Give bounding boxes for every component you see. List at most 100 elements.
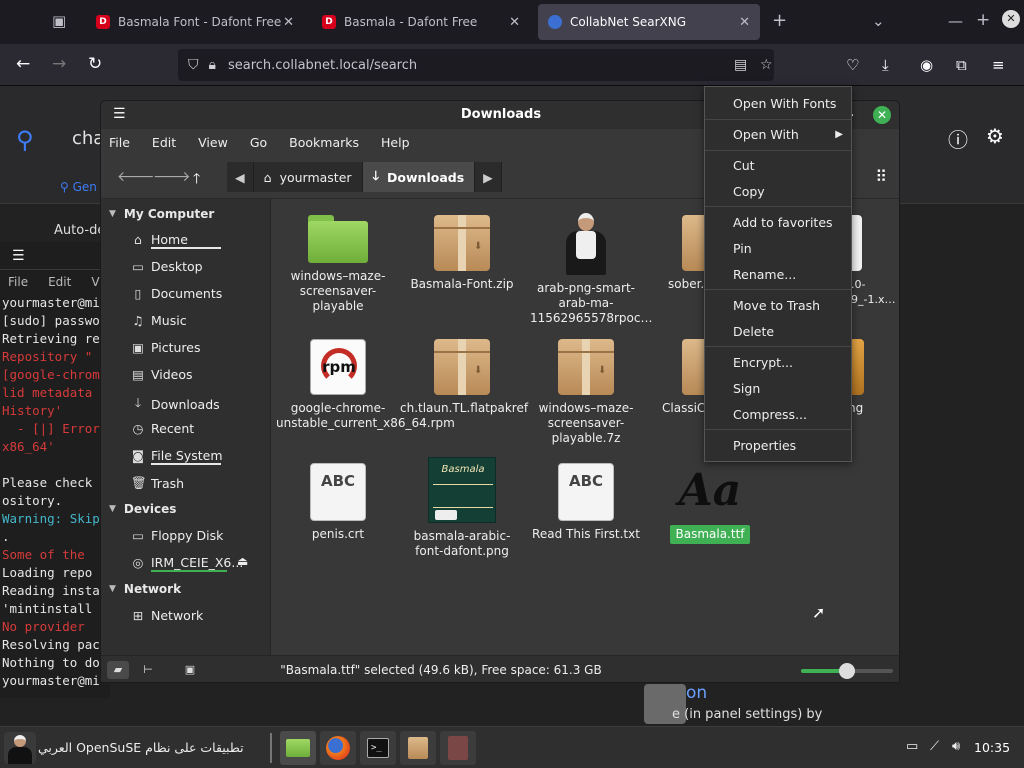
forward-icon[interactable]: → [52, 54, 66, 74]
taskbar-app-terminal[interactable]: >_ [360, 731, 396, 765]
menu-item-encrypt[interactable]: Encrypt... [733, 355, 793, 370]
terminal-output[interactable]: yourmaster@mi [sudo] passwo Retrieving r… [0, 294, 110, 690]
zoom-slider-knob[interactable] [839, 663, 855, 679]
menu-item-cut[interactable]: Cut [733, 158, 755, 173]
menu-go[interactable]: Go [250, 135, 267, 150]
clock[interactable]: 10:35 [974, 740, 1010, 755]
minimize-icon[interactable]: — [948, 12, 963, 30]
file-item[interactable]: windows–maze-screensaver-playable [276, 215, 400, 314]
browser-tab-3[interactable]: CollabNet SearXNG ✕ [538, 4, 760, 40]
taskbar-app-file-manager[interactable] [280, 731, 316, 765]
sidebar-item-videos[interactable]: ▤ Videos [131, 367, 192, 382]
sidebar-item-desktop[interactable]: ▭ Desktop [131, 259, 202, 274]
breadcrumb-right-icon[interactable]: ▶ [475, 162, 502, 192]
sidebar-header-my-computer[interactable]: ▼ My Computer [109, 207, 214, 221]
account-icon[interactable]: ◉ [920, 56, 933, 74]
menu-item-copy[interactable]: Copy [733, 184, 765, 199]
download-icon[interactable]: ⤓ [882, 56, 889, 74]
new-tab-icon[interactable]: + [772, 10, 787, 31]
reload-icon[interactable]: ↻ [88, 54, 102, 74]
back-icon[interactable]: ← [16, 54, 30, 74]
file-item[interactable]: ClassiC [648, 339, 712, 416]
menu-item-open-with[interactable]: Open With [733, 127, 799, 142]
url-bar[interactable]: ⛉ 🔒︎ search.collabnet.local/search ▤ ☆ [178, 49, 774, 81]
close-tab-icon[interactable]: ✕ [739, 15, 750, 30]
settings-gear-icon[interactable]: ⚙ [986, 124, 1004, 148]
sidebar-item-recent[interactable]: ◷ Recent [131, 421, 195, 436]
result-title[interactable]: on [686, 683, 707, 703]
search-logo-icon[interactable]: ⚲ [16, 126, 34, 154]
menu-file[interactable]: File [109, 135, 130, 150]
file-item[interactable]: ⬇ ch.tlaun.TL.flatpakref [400, 339, 528, 416]
sidebar-item-trash[interactable]: 🗑︎ Trash [131, 475, 184, 491]
terminal-menu-edit[interactable]: Edit [48, 275, 71, 289]
pocket-icon[interactable]: ♡ [846, 56, 859, 74]
sidebar-item-network[interactable]: ⊞ Network [131, 608, 203, 623]
sidebar-item-file-system[interactable]: ◙ File System [131, 448, 223, 463]
start-menu-label[interactable]: تطبيقات على نظام OpenSuSE العربي [38, 740, 260, 755]
sidebar-item-optical-disc[interactable]: ◎ IRM_CEIE_X6... [131, 555, 244, 570]
firefox-view-icon[interactable]: ▣ [52, 12, 66, 30]
menu-item-add-to-favorites[interactable]: Add to favorites [733, 215, 833, 230]
terminal-menu-file[interactable]: File [8, 275, 28, 289]
reader-view-icon[interactable]: ▤ [734, 57, 747, 73]
menu-item-pin[interactable]: Pin [733, 241, 752, 256]
sidebar-header-network[interactable]: ▼ Network [109, 582, 181, 596]
menu-item-delete[interactable]: Delete [733, 324, 774, 339]
display-icon[interactable]: ▭ [906, 739, 918, 754]
hamburger-menu-icon[interactable]: ≡ [992, 56, 1005, 74]
menu-item-properties[interactable]: Properties [733, 438, 796, 453]
auto-detect-label[interactable]: Auto-de [54, 223, 105, 238]
close-window-icon[interactable]: ✕ [1002, 10, 1020, 28]
file-item[interactable]: sober.f [648, 215, 712, 292]
grid-view-icon[interactable]: ⠿ [875, 167, 887, 186]
browser-tab-2[interactable]: D Basmala - Dafont Free ✕ [312, 4, 530, 40]
sidebar-header-devices[interactable]: ▼ Devices [109, 502, 176, 516]
menu-item-sign[interactable]: Sign [733, 381, 760, 396]
sidebar-item-floppy-disk[interactable]: ▭ Floppy Disk [131, 528, 223, 543]
zoom-slider[interactable] [801, 663, 893, 679]
file-item[interactable]: ⬇ Basmala-Font.zip [400, 215, 524, 292]
terminal-menu-icon[interactable]: ☰ [12, 248, 25, 264]
volume-icon[interactable]: 🔊︎ [952, 739, 960, 754]
sidebar-item-music[interactable]: ♫ Music [131, 313, 186, 328]
menu-item-move-to-trash[interactable]: Move to Trash [733, 298, 820, 313]
menu-view[interactable]: View [198, 135, 228, 150]
file-item[interactable]: Basmala basmala-arabic-font-dafont.png [400, 457, 524, 559]
up-arrow-icon[interactable]: 🡑 [193, 168, 200, 192]
close-window-icon[interactable]: ✕ [873, 106, 891, 124]
breadcrumb-left-icon[interactable]: ◀ [227, 162, 254, 192]
terminal-window[interactable]: ☰ File Edit View yourmaster@mi [sudo] pa… [0, 242, 110, 698]
file-item[interactable]: ⬇ windows–maze-screensaver-playable.7z [524, 339, 648, 446]
close-tab-icon[interactable]: ✕ [283, 15, 294, 30]
forward-arrow-icon[interactable]: 🡒 [153, 168, 191, 185]
maximize-icon[interactable]: + [976, 10, 990, 30]
lock-icon[interactable]: 🔒︎ [209, 57, 216, 73]
sidebar-item-downloads[interactable]: 🡓 Downloads [131, 394, 220, 415]
sidebar-item-documents[interactable]: ▯ Documents [131, 286, 223, 301]
menu-edit[interactable]: Edit [152, 135, 176, 150]
taskbar-app-archive[interactable] [400, 731, 436, 765]
file-item[interactable]: ABC Read This First.txt [524, 463, 648, 542]
breadcrumb-downloads[interactable]: 🡓 Downloads [362, 162, 476, 192]
shield-icon[interactable]: ⛉ [188, 57, 199, 73]
extensions-icon[interactable]: ⧉ [956, 56, 967, 74]
eject-icon[interactable]: ⏏ [237, 554, 248, 568]
general-tab[interactable]: ⚲ Gen [60, 180, 97, 194]
file-item[interactable]: arab-png-smart-arab-ma-11562965578rpoc… [524, 211, 652, 326]
menu-item-compress[interactable]: Compress... [733, 407, 807, 422]
back-arrow-icon[interactable]: 🡐 [117, 168, 155, 185]
menu-item-rename[interactable]: Rename... [733, 267, 796, 282]
url-text[interactable]: search.collabnet.local/search [228, 58, 417, 73]
sidebar-item-home[interactable]: ⌂ Home [131, 232, 188, 247]
taskbar-app-firefox[interactable] [320, 731, 356, 765]
bookmark-star-icon[interactable]: ☆ [760, 57, 773, 73]
menu-bookmarks[interactable]: Bookmarks [289, 135, 359, 150]
menu-item-open-with-fonts[interactable]: Open With Fonts [733, 96, 836, 111]
menu-avatar[interactable] [4, 732, 36, 764]
file-item-selected[interactable]: Aa Basmala.ttf [648, 463, 772, 544]
file-item[interactable]: ABC penis.crt [276, 463, 400, 542]
taskbar-app-image[interactable] [440, 731, 476, 765]
file-item[interactable]: rpm google-chrome-unstable_current_x86_6… [276, 339, 455, 431]
close-tab-icon[interactable]: ✕ [509, 15, 520, 30]
